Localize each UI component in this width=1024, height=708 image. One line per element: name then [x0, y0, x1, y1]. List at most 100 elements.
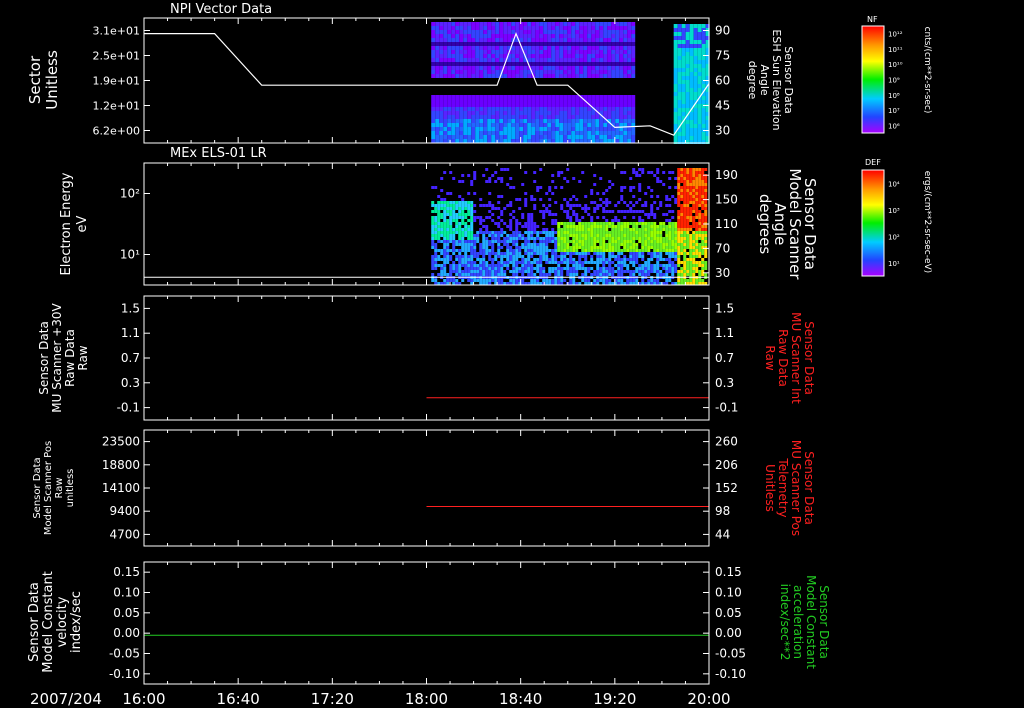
p1-cell-1045: [591, 42, 596, 46]
p2-cell-1795: [674, 186, 678, 189]
p2-cell-2070: [698, 168, 702, 171]
p1-cell-13: [431, 74, 436, 78]
p2-cell-1011: [569, 231, 573, 234]
p1-cell-382: [487, 111, 492, 115]
p2-cell-162: [449, 255, 453, 258]
p2-cell-84: [440, 258, 444, 261]
p1-cell-140: [451, 62, 456, 66]
p1-cell-881: [563, 131, 568, 135]
p2-cell-236: [458, 264, 462, 267]
p2-cell-93: [443, 201, 447, 204]
p2-cell-1846: [677, 264, 681, 267]
p2-cell-1033: [572, 228, 576, 231]
p2-cell-747: [530, 255, 534, 258]
p2-cell-2159: [704, 225, 708, 228]
p2-cell-1926: [686, 171, 690, 174]
p1-cell-736: [543, 54, 548, 58]
p1-cell-1250: [623, 30, 628, 34]
p2-cell-1479: [632, 225, 636, 228]
p2-cell-453: [488, 210, 492, 213]
p2-cell-710: [527, 216, 531, 219]
p2-cell-504: [494, 270, 498, 273]
p2-cell-1570: [644, 204, 648, 207]
p2-cell-770: [533, 252, 537, 255]
p1-cell-699: [535, 131, 540, 135]
p1-cell-656: [531, 46, 536, 50]
p1-cell-1142: [603, 135, 608, 139]
p1-cell-617: [523, 115, 528, 119]
p1-cell-1118: [603, 22, 608, 26]
p2-cell-660: [518, 246, 522, 249]
p2-cell-906: [554, 255, 558, 258]
p1-cell-1275: [627, 26, 632, 30]
p2-cell-1467: [629, 273, 633, 276]
p1-cell-48: [435, 127, 440, 131]
p1-cell-146: [451, 103, 456, 107]
p2-cell-657: [518, 231, 522, 234]
p2-cell-1745: [668, 171, 672, 174]
p1-cell-710: [539, 54, 544, 58]
p1-cell-134: [451, 38, 456, 42]
p2-cell-259: [461, 246, 465, 249]
p1-cell-377: [487, 74, 492, 78]
p5-y2ticks-label-3: 0.00: [715, 626, 742, 640]
p1-cell-734: [543, 46, 548, 50]
p2-cell-427: [485, 168, 489, 171]
p1-cell-1082: [595, 103, 600, 107]
p2-cell-1949: [686, 240, 690, 243]
p1-cell-982: [579, 119, 584, 123]
p2-cell-700: [524, 249, 528, 252]
p2-cell-256: [461, 237, 465, 240]
p2-cell-1717: [662, 264, 666, 267]
p2-cell-833: [542, 273, 546, 276]
p2-cell-252: [461, 222, 465, 225]
p2-cell-1267: [602, 273, 606, 276]
p1-cell-1001: [583, 74, 588, 78]
p1-cell-611: [523, 74, 528, 78]
p1-cell-381: [487, 107, 492, 111]
p1-cell-842: [559, 62, 564, 66]
p1-cell-374: [487, 62, 492, 66]
p2-cell-2120: [701, 216, 705, 219]
p1-cell-182: [459, 22, 464, 26]
p2-cell-478: [491, 240, 495, 243]
p1-cell-509: [507, 99, 512, 103]
p1-cell-147: [451, 107, 456, 111]
p2-cell-137: [446, 252, 450, 255]
p2-cell-116: [443, 270, 447, 273]
p1-cell-360: [483, 127, 488, 131]
p2-cell-254: [461, 231, 465, 234]
p2-cell-541: [500, 231, 504, 234]
p1-cell-1442: [685, 128, 690, 132]
p2-cell-2173: [704, 273, 708, 276]
p1-cell-122: [447, 111, 452, 115]
p2-cell-79: [440, 231, 444, 234]
p2-cell-801: [539, 237, 543, 240]
panel-5-y2label-3: index/sec**2: [778, 584, 792, 661]
p2-cell-305: [467, 240, 471, 243]
p1-cell-264: [471, 38, 476, 42]
p2-cell-1095: [581, 222, 585, 225]
p2-cell-978: [566, 168, 570, 171]
p2-cell-380: [476, 267, 480, 270]
p1-cell-1259: [623, 66, 628, 70]
p1-cell-50: [435, 135, 440, 139]
p2-cell-606: [509, 261, 513, 264]
p2-cell-312: [467, 264, 471, 267]
p2-cell-1580: [644, 246, 648, 249]
p1-cell-694: [535, 111, 540, 115]
p2-cell-895: [554, 201, 558, 204]
p2-cell-1110: [581, 273, 585, 276]
p2-cell-1133: [584, 273, 588, 276]
p1-cell-599: [523, 26, 528, 30]
p1-cell-994: [583, 46, 588, 50]
p1-cell-888: [567, 38, 572, 42]
p1-cell-401: [491, 66, 496, 70]
p2-cell-1530: [638, 228, 642, 231]
p2-cell-636: [515, 231, 519, 234]
p1-cell-889: [567, 42, 572, 46]
p1-cell-1465: [689, 100, 694, 104]
p2-cell-80: [440, 234, 444, 237]
p2-cell-43: [434, 267, 438, 270]
p1-cell-1333: [673, 52, 678, 56]
